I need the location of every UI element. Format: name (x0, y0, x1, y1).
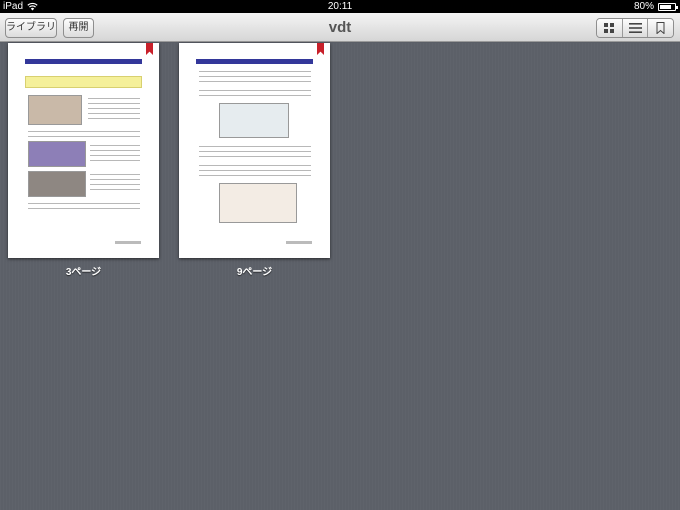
resume-button[interactable]: 再開 (63, 18, 94, 38)
page-thumbnail[interactable] (8, 43, 159, 258)
battery-percent: 80% (633, 1, 654, 12)
page-grid: 3ページ 9ページ (0, 43, 680, 510)
page-illustration (28, 95, 82, 125)
page-footer (286, 241, 312, 244)
status-bar: iPad 20:11 80% (0, 0, 680, 13)
bookmark-ribbon-icon (146, 43, 153, 55)
grid-icon (604, 23, 615, 33)
clock: 20:11 (327, 1, 353, 12)
battery-icon (658, 3, 678, 11)
page-header-bar (196, 59, 313, 64)
page-footer (115, 241, 141, 244)
library-button[interactable]: ライブラリ (5, 18, 57, 38)
bookmark-ribbon-icon (317, 43, 324, 55)
page-thumbnail[interactable] (179, 43, 330, 258)
page-illustration (28, 141, 86, 167)
page-illustration (219, 103, 289, 138)
bookmarks-view-button[interactable] (648, 19, 673, 37)
book-title: vdt (328, 19, 352, 36)
page-highlight-box (25, 76, 142, 88)
toolbar: vdt ライブラリ 再開 (0, 13, 680, 42)
page-illustration (28, 171, 86, 197)
page-label: 9ページ (236, 267, 273, 278)
view-mode-segmented-control (596, 18, 674, 38)
list-icon (628, 23, 642, 33)
page-header-bar (25, 59, 142, 64)
list-view-button[interactable] (622, 19, 649, 37)
grid-view-button[interactable] (597, 19, 623, 37)
page-illustration (219, 183, 297, 223)
bookmark-icon (656, 22, 665, 34)
page-label: 3ページ (65, 267, 102, 278)
